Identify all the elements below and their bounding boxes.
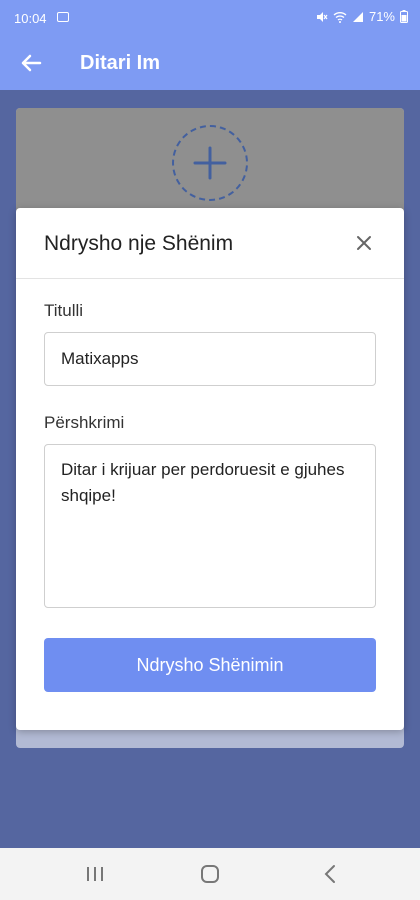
status-icons: 71% xyxy=(316,9,408,24)
home-icon[interactable] xyxy=(199,863,221,885)
app-title: Ditari Im xyxy=(80,52,161,74)
mute-icon xyxy=(316,11,328,22)
image-icon xyxy=(57,12,69,22)
status-time: 10:04 xyxy=(14,11,47,26)
add-image-button[interactable] xyxy=(172,125,248,201)
update-note-button[interactable]: Ndrysho Shënimin xyxy=(44,638,376,692)
back-icon[interactable] xyxy=(320,863,340,885)
edit-note-dialog: Ndrysho nje Shënim Titulli Matixapps Për… xyxy=(16,208,404,730)
title-input[interactable]: Matixapps xyxy=(44,332,376,386)
dialog-divider xyxy=(16,278,404,279)
navigation-bar xyxy=(0,848,420,900)
signal-icon xyxy=(352,11,363,22)
back-arrow-icon[interactable] xyxy=(18,50,44,76)
battery-icon xyxy=(400,10,408,23)
add-icon xyxy=(193,146,227,180)
recents-icon[interactable] xyxy=(84,864,106,884)
title-label: Titulli xyxy=(44,301,84,320)
battery-percent: 71% xyxy=(368,9,395,24)
close-icon[interactable] xyxy=(353,232,375,254)
description-label: Përshkrimi xyxy=(44,413,125,432)
status-bar: 10:04 71% xyxy=(0,0,420,36)
app-bar: Ditari Im xyxy=(0,36,420,90)
description-input[interactable]: Ditar i krijuar per perdoruesit e gjuhes… xyxy=(44,444,376,608)
wifi-icon xyxy=(333,11,347,23)
dialog-title: Ndrysho nje Shënim xyxy=(44,232,234,255)
